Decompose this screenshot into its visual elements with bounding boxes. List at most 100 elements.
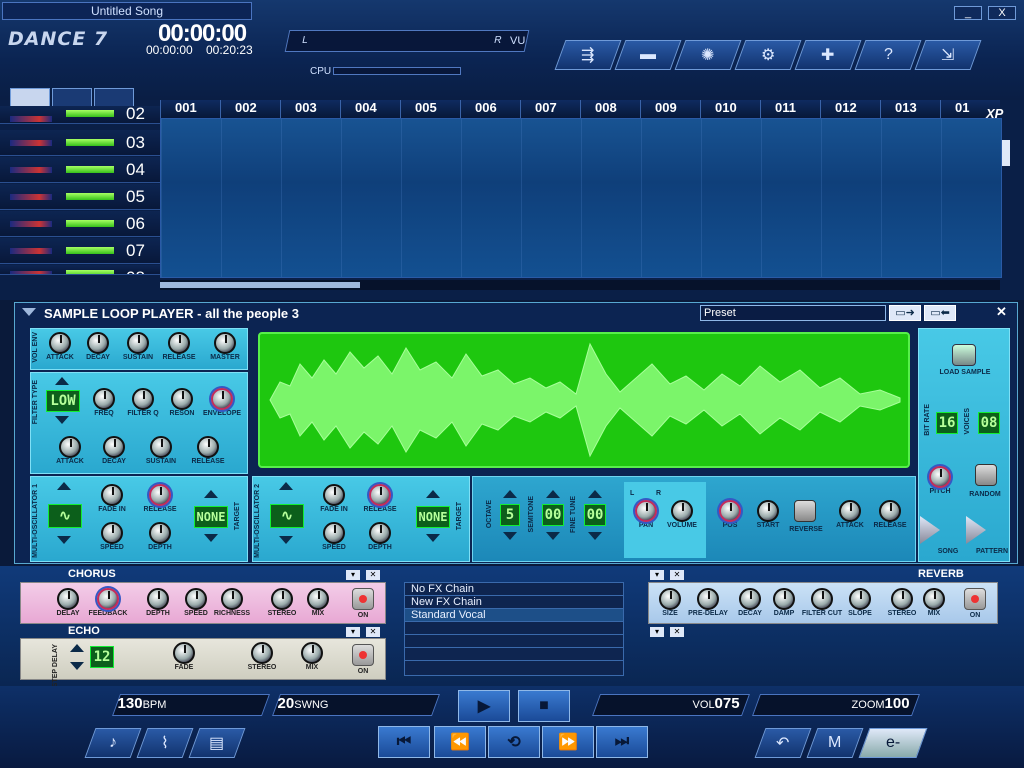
list-item-empty[interactable] (405, 622, 623, 635)
horizontal-scrollbar[interactable] (160, 280, 1000, 290)
chorus-richness-knob[interactable] (221, 588, 243, 610)
reverb-pre-delay-knob[interactable] (697, 588, 719, 610)
track-row[interactable]: 02 (0, 104, 160, 124)
curve-view-icon[interactable]: ⌇ (136, 728, 194, 758)
filter-decay-knob[interactable] (103, 436, 125, 458)
waveform-display[interactable] (258, 332, 910, 468)
play-release-knob[interactable] (879, 500, 901, 522)
reverse-button[interactable] (794, 500, 816, 522)
reverb-close-icon[interactable]: ✕ (670, 570, 684, 580)
sustain-knob[interactable] (127, 332, 149, 354)
piano-view-icon[interactable]: ▤ (188, 728, 246, 758)
pos-knob[interactable] (719, 500, 741, 522)
track-row[interactable]: 05 (0, 184, 160, 210)
track-row[interactable]: 03 (0, 130, 160, 156)
freq-knob[interactable] (93, 388, 115, 410)
attack-knob[interactable] (49, 332, 71, 354)
list-item[interactable]: New FX Chain (405, 596, 623, 609)
osc2-release-knob[interactable] (369, 484, 391, 506)
fx-slot-menu-icon[interactable]: ▾ (650, 627, 664, 637)
osc1-speed-knob[interactable] (101, 522, 123, 544)
chorus-depth-knob[interactable] (147, 588, 169, 610)
start-knob[interactable] (757, 500, 779, 522)
pan-knob[interactable] (635, 500, 657, 522)
settings-icon[interactable]: ✚ (794, 40, 862, 70)
track-row[interactable]: 06 (0, 211, 160, 237)
midi-icon[interactable]: M (806, 728, 864, 758)
instrument-close-icon[interactable]: ✕ (996, 304, 1007, 320)
list-item[interactable]: Standard Vocal (405, 609, 623, 622)
osc1-release-knob[interactable] (149, 484, 171, 506)
tab-wave-view[interactable] (52, 88, 92, 108)
list-item-empty[interactable] (405, 648, 623, 661)
vertical-scrollbar[interactable] (1002, 140, 1010, 166)
osc2-depth-knob[interactable] (369, 522, 391, 544)
volume-knob[interactable] (671, 500, 693, 522)
echo-stereo-knob[interactable] (251, 642, 273, 664)
reverb-size-knob[interactable] (659, 588, 681, 610)
list-item-empty[interactable] (405, 635, 623, 648)
osc1-depth-knob[interactable] (149, 522, 171, 544)
echo-mix-knob[interactable] (301, 642, 323, 664)
edit-icon[interactable]: e- (858, 728, 928, 758)
bpm-field[interactable]: 130BPM (111, 694, 271, 716)
track-row[interactable]: 04 (0, 157, 160, 183)
echo-on-button[interactable] (352, 644, 374, 666)
chorus-stereo-knob[interactable] (271, 588, 293, 610)
tab-pattern-view[interactable] (10, 88, 50, 108)
load-preset-icon[interactable]: ▭➜ (889, 305, 921, 321)
rewind-button[interactable]: ⏪ (434, 726, 486, 758)
chorus-speed-knob[interactable] (185, 588, 207, 610)
chorus-feedback-knob[interactable] (97, 588, 119, 610)
reverb-decay-knob[interactable] (739, 588, 761, 610)
filter-attack-knob[interactable] (59, 436, 81, 458)
arrange-view-icon[interactable]: ♪ (84, 728, 142, 758)
reverb-mix-knob[interactable] (923, 588, 945, 610)
play-attack-knob[interactable] (839, 500, 861, 522)
fx-slot-close-icon[interactable]: ✕ (670, 627, 684, 637)
osc2-speed-knob[interactable] (323, 522, 345, 544)
list-item[interactable]: No FX Chain (405, 583, 623, 596)
chorus-close-icon[interactable]: ✕ (366, 570, 380, 580)
loop-button[interactable]: ⟲ (488, 726, 540, 758)
forward-button[interactable]: ⏩ (542, 726, 594, 758)
decay-knob[interactable] (87, 332, 109, 354)
filter-release-knob[interactable] (197, 436, 219, 458)
pitch-knob[interactable] (929, 466, 951, 488)
folder-icon[interactable]: ▬ (614, 40, 682, 70)
chorus-on-button[interactable] (352, 588, 374, 610)
mixer-icon[interactable]: ✺ (674, 40, 742, 70)
chorus-mix-knob[interactable] (307, 588, 329, 610)
master-knob[interactable] (214, 332, 236, 354)
import-icon[interactable]: ⇶ (554, 40, 622, 70)
echo-menu-icon[interactable]: ▾ (346, 627, 360, 637)
filter-q-knob[interactable] (132, 388, 154, 410)
stop-button[interactable]: ■ (518, 690, 570, 722)
reverb-stereo-knob[interactable] (891, 588, 913, 610)
echo-close-icon[interactable]: ✕ (366, 627, 380, 637)
random-button[interactable] (975, 464, 997, 486)
reverb-filter-cut-knob[interactable] (811, 588, 833, 610)
load-sample-button[interactable] (952, 344, 976, 366)
osc1-fade-in-knob[interactable] (101, 484, 123, 506)
undo-icon[interactable]: ↶ (754, 728, 812, 758)
preset-field[interactable]: Preset (700, 305, 886, 321)
close-button[interactable]: X (988, 6, 1016, 20)
reverb-on-button[interactable] (964, 588, 986, 610)
track-row[interactable]: 07 (0, 238, 160, 264)
reverb-menu-icon[interactable]: ▾ (650, 570, 664, 580)
swing-field[interactable]: 20SWNG (271, 694, 441, 716)
track-row[interactable]: 08 (0, 265, 160, 275)
reverb-damp-knob[interactable] (773, 588, 795, 610)
save-preset-icon[interactable]: ▭⬅ (924, 305, 956, 321)
chorus-delay-knob[interactable] (57, 588, 79, 610)
zoom-field[interactable]: ZOOM100 (751, 694, 921, 716)
reson-knob[interactable] (171, 388, 193, 410)
volume-field[interactable]: VOL075 (591, 694, 751, 716)
forward-end-button[interactable]: ⏭ (596, 726, 648, 758)
minimize-button[interactable]: _ (954, 6, 982, 20)
export-icon[interactable]: ⇲ (914, 40, 982, 70)
pattern-grid[interactable] (160, 118, 1002, 278)
play-button[interactable]: ▶ (458, 690, 510, 722)
help-icon[interactable]: ? (854, 40, 922, 70)
